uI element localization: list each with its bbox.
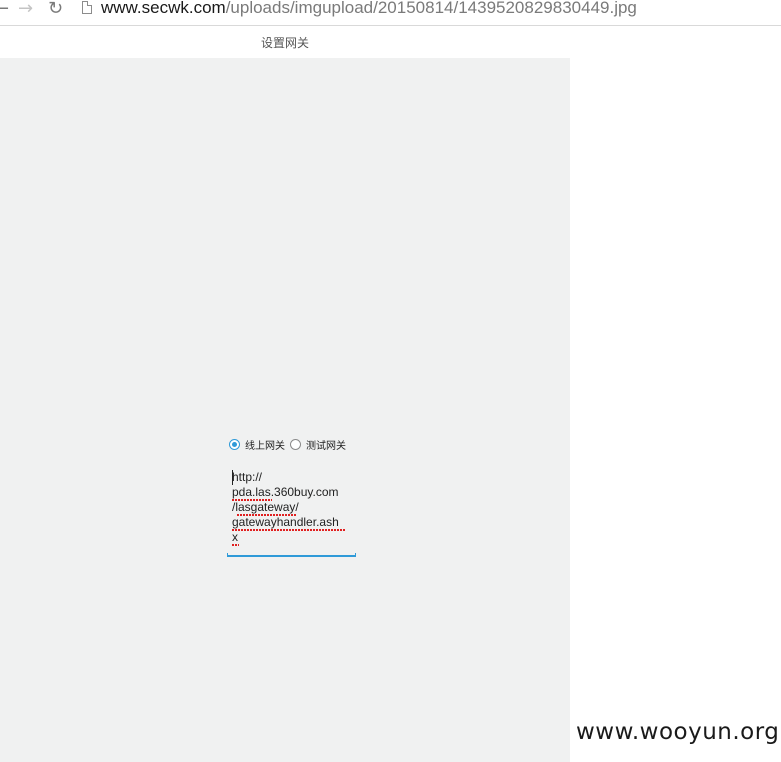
gateway-radio-group: 线上网关 测试网关 [229,436,351,452]
page-title: 设置网关 [260,36,309,50]
app-content [0,58,570,762]
gateway-url-input[interactable]: http:// pda.las.360buy.com /lasgateway/ … [227,470,356,557]
app-title-bar: 设置网关 [0,27,570,58]
spellcheck-underline [232,544,239,546]
radio-label: 测试网关 [306,440,346,452]
forward-icon[interactable]: → [18,0,38,22]
watermark: www.wooyun.org [576,719,780,745]
reload-icon[interactable]: ↻ [48,0,68,22]
page-icon [82,1,92,14]
url-line: /lasgateway/ [232,500,299,514]
url-line: x [232,530,238,544]
url-line: gatewayhandler.ash [232,515,339,529]
spellcheck-underline [237,514,297,516]
spellcheck-underline [232,499,272,501]
address-bar[interactable]: www.secwk.com/uploads/imgupload/20150814… [101,0,637,18]
spellcheck-underline [232,529,345,531]
url-path: /uploads/imgupload/20150814/143952082983… [225,0,637,17]
radio-unchecked-icon[interactable] [290,438,301,450]
radio-label: 线上网关 [245,440,285,452]
gateway-url-text[interactable]: http:// pda.las.360buy.com /lasgateway/ … [232,470,356,545]
input-focus-underline [227,553,356,557]
url-line: http:// [232,470,263,484]
radio-test-gateway[interactable]: 测试网关 [290,437,351,452]
url-host: www.secwk.com [101,0,226,17]
browser-toolbar: ← → ↻ www.secwk.com/uploads/imgupload/20… [0,0,781,26]
back-icon[interactable]: ← [0,0,9,22]
text-cursor [232,470,233,485]
radio-online-gateway[interactable]: 线上网关 [229,437,290,452]
radio-checked-icon[interactable] [229,438,240,450]
url-line: pda.las.360buy.com [232,485,339,499]
